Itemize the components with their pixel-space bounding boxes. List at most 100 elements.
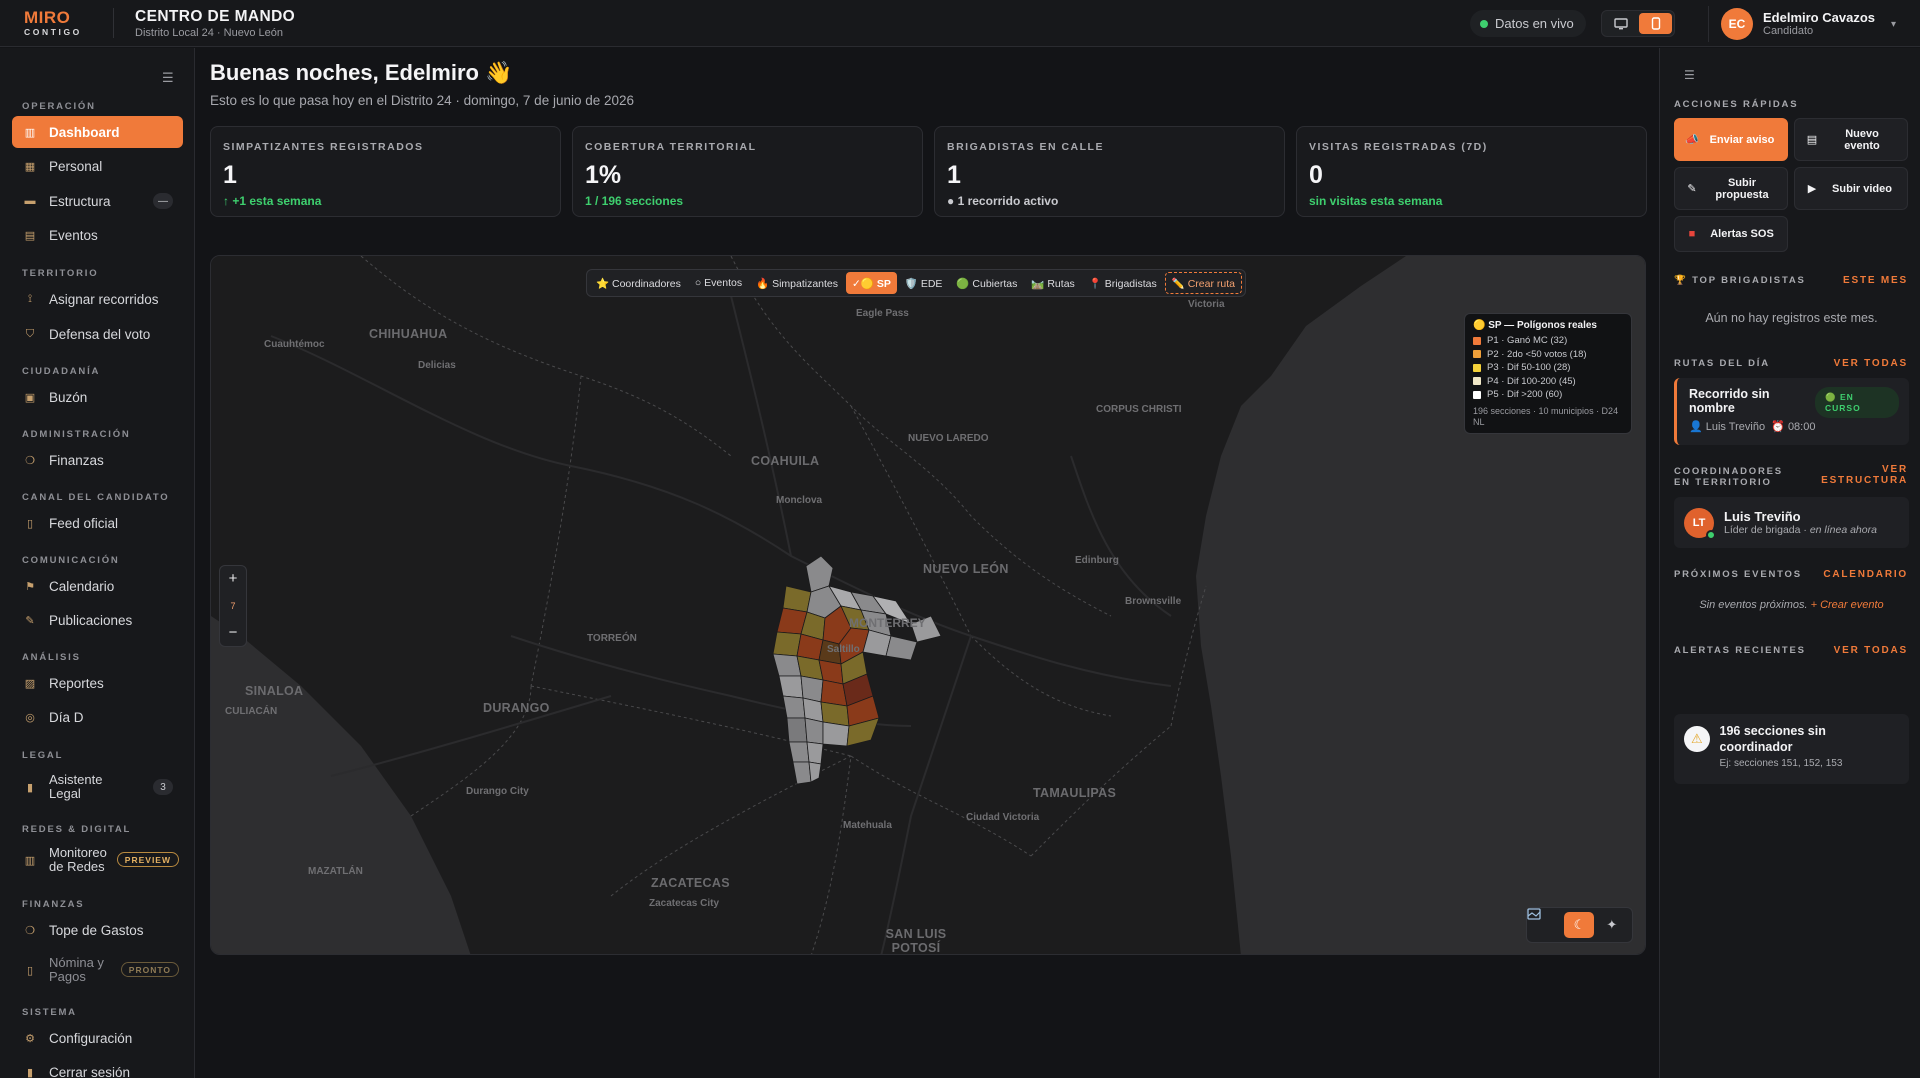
brand-tagline: CONTIGO [24,27,82,37]
zoom-out-button[interactable]: − [229,624,238,642]
legend-swatch [1473,363,1481,372]
kpi-card-simpatizantes[interactable]: SIMPATIZANTES REGISTRADOS 1 ↑ +1 esta se… [210,126,561,217]
legend-swatch [1473,390,1481,399]
sidebar-item-label: Publicaciones [49,612,133,628]
coordinator-role: Líder de brigada · en línea ahora [1724,524,1877,537]
user-menu[interactable]: EC Edelmiro Cavazos Candidato ▾ [1708,6,1920,42]
new-event-button[interactable]: ▤ Nuevo evento [1794,118,1908,161]
filter-brigadistas[interactable]: 📍 Brigadistas [1083,272,1163,294]
sidebar-item-label: Estructura [49,193,111,209]
sidebar-item-defensa-del-voto[interactable]: ⛉ Defensa del voto [12,318,183,350]
moon-icon[interactable]: ☾ [1564,912,1595,938]
alert-title: 196 secciones sin coordinador [1719,724,1826,754]
route-card[interactable]: Recorrido sin nombre 👤 Luis Treviño ⏰ 08… [1674,378,1909,445]
map-city-label: Matehuala [843,820,892,831]
kpi-card-brigadistas[interactable]: BRIGADISTAS EN CALLE 1 ● 1 recorrido act… [934,126,1285,217]
top-brigadistas-title: 🏆 TOP BRIGADISTAS [1674,275,1806,286]
create-event-link[interactable]: + Crear evento [1811,599,1884,611]
status-badge: 🟢 EN CURSO [1815,387,1899,418]
desktop-icon[interactable] [1604,13,1637,34]
empty-state: Aún no hay registros este mes. [1705,311,1878,325]
send-notice-button[interactable]: 📣 Enviar aviso [1674,118,1788,161]
events-empty-state: Sin eventos próximos. + Crear evento [1674,599,1909,611]
presence-text: en línea ahora [1809,523,1877,536]
view-all-alerts-link[interactable]: VER TODAS [1834,645,1908,656]
map-region-label: DURANGO [483,701,550,715]
upload-video-button[interactable]: ▶ Subir video [1794,167,1908,210]
role-text: Líder de brigada · [1724,523,1810,536]
map-region-label: SINALOA [245,684,304,698]
zoom-in-button[interactable]: + [229,570,238,588]
upload-proposal-button[interactable]: ✎ Subir propuesta [1674,167,1788,210]
filter-simpatizantes[interactable]: 🔥 Simpatizantes [750,272,844,294]
legend-item: P2 · 2do <50 votos (18) [1473,348,1623,362]
coordinator-card[interactable]: LT Luis Treviño Líder de brigada · en lí… [1674,497,1909,548]
sidebar-item-dashboard[interactable]: ▥ Dashboard [12,116,183,148]
sidebar-item-cerrar-sesion[interactable]: ▮ Cerrar sesión [12,1056,183,1078]
kpi-card-cobertura[interactable]: COBERTURA TERRITORIAL 1% 1 / 196 seccion… [572,126,923,217]
sidebar-item-tope-de-gastos[interactable]: ❍ Tope de Gastos [12,914,183,946]
map-icon[interactable] [1527,908,1562,938]
sidebar-item-label: Defensa del voto [49,326,151,342]
camera-icon: ▶ [1807,183,1817,195]
calendar-link[interactable]: CALENDARIO [1823,569,1908,580]
territory-map[interactable]: CHIHUAHUA COAHUILA NUEVO LEÓN SINALOA DU… [210,255,1646,955]
sidebar-item-configuracion[interactable]: ⚙ Configuración [12,1022,183,1054]
sidebar-item-buzon[interactable]: ▣ Buzón [12,381,183,413]
app-title: CENTRO DE MANDO [135,8,296,25]
create-route-button[interactable]: ✏️ Crear ruta [1164,272,1242,294]
sidebar-item-reportes[interactable]: ▨ Reportes [12,667,183,699]
filter-ede[interactable]: 🛡️ EDE [899,272,949,294]
chart-icon: ▥ [24,126,36,139]
collapse-sidebar-icon[interactable]: ☰ [162,70,174,86]
view-structure-link[interactable]: VER ESTRUCTURA [1818,464,1908,486]
sidebar-item-monitoreo-de-redes[interactable]: ▥ Monitoreo de Redes PREVIEW [12,840,183,880]
kpi-card-visitas[interactable]: VISITAS REGISTRADAS (7D) 0 sin visitas e… [1296,126,1647,217]
legend-swatch [1473,336,1481,345]
map-layer-filters: ⭐ Coordinadores ○ Eventos 🔥 Simpatizante… [586,269,1246,297]
satellite-icon[interactable]: ✦ [1597,912,1627,938]
legend-label: P2 · 2do <50 votos (18) [1487,348,1587,360]
legend-label: P4 · Dif 100-200 (45) [1487,375,1576,387]
sidebar-item-asistente-legal[interactable]: ▮ Asistente Legal 3 [12,767,183,807]
sidebar-item-dia-d[interactable]: ◎ Día D [12,701,183,733]
sidebar-item-nomina-y-pagos[interactable]: ▯ Nómina y Pagos PRONTO [12,950,183,990]
filter-cubiertas[interactable]: 🟢 Cubiertas [950,272,1023,294]
sidebar-item-publicaciones[interactable]: ✎ Publicaciones [12,604,183,636]
sidebar-item-label: Eventos [49,227,98,243]
sidebar-item-label: Día D [49,709,84,725]
sidebar-item-finanzas[interactable]: ❍ Finanzas [12,444,183,476]
button-label: Nuevo evento [1844,127,1880,152]
filter-eventos[interactable]: ○ Eventos [689,272,748,294]
brand-logo[interactable]: MIRO CONTIGO [24,9,82,38]
filter-coordinadores[interactable]: ⭐ Coordinadores [590,272,687,294]
sidebar-item-asignar-recorridos[interactable]: ⟟ Asignar recorridos [12,283,183,315]
kpi-label: SIMPATIZANTES REGISTRADOS [223,141,424,153]
alert-card[interactable]: ⚠ 196 secciones sin coordinador Ej: secc… [1674,714,1909,784]
filter-sp[interactable]: ✓🟡 SP [846,272,897,294]
map-city-label: TORREÓN [587,633,637,644]
sidebar-item-eventos[interactable]: ▤ Eventos [12,219,183,251]
view-all-routes-link[interactable]: VER TODAS [1834,358,1908,369]
right-panel: ☰ ACCIONES RÁPIDAS 📣 Enviar aviso ▤ Nuev… [1659,48,1920,1078]
legend-swatch [1473,350,1481,359]
sidebar-item-label: Dashboard [49,124,120,140]
walk-icon: ⟟ [27,292,33,305]
sidebar-item-label: Personal [49,158,103,174]
mobile-icon[interactable] [1639,13,1672,34]
this-month-link[interactable]: ESTE MES [1843,275,1908,286]
collapse-panel-icon[interactable]: ☰ [1684,68,1695,82]
live-data-indicator[interactable]: Datos en vivo [1470,10,1586,37]
filter-rutas[interactable]: 🛤️ Rutas [1025,272,1080,294]
sidebar-item-personal[interactable]: ▦ Personal [12,150,183,182]
inbox-icon: ▣ [24,391,36,404]
kpi-label: BRIGADISTAS EN CALLE [947,141,1104,153]
sos-alerts-button[interactable]: ■ Alertas SOS [1674,216,1788,252]
map-city-label: Cuauhtémoc [264,339,325,350]
sidebar-item-calendario[interactable]: ⚑ Calendario [12,570,183,602]
sidebar-item-label: Calendario [49,578,115,594]
alert-detail: Ej: secciones 151, 152, 153 [1719,758,1843,769]
sidebar-item-feed-oficial[interactable]: ▯ Feed oficial [12,507,183,539]
sidebar-item-estructura[interactable]: ▬ Estructura — [12,185,183,217]
legend-swatch [1473,377,1481,386]
